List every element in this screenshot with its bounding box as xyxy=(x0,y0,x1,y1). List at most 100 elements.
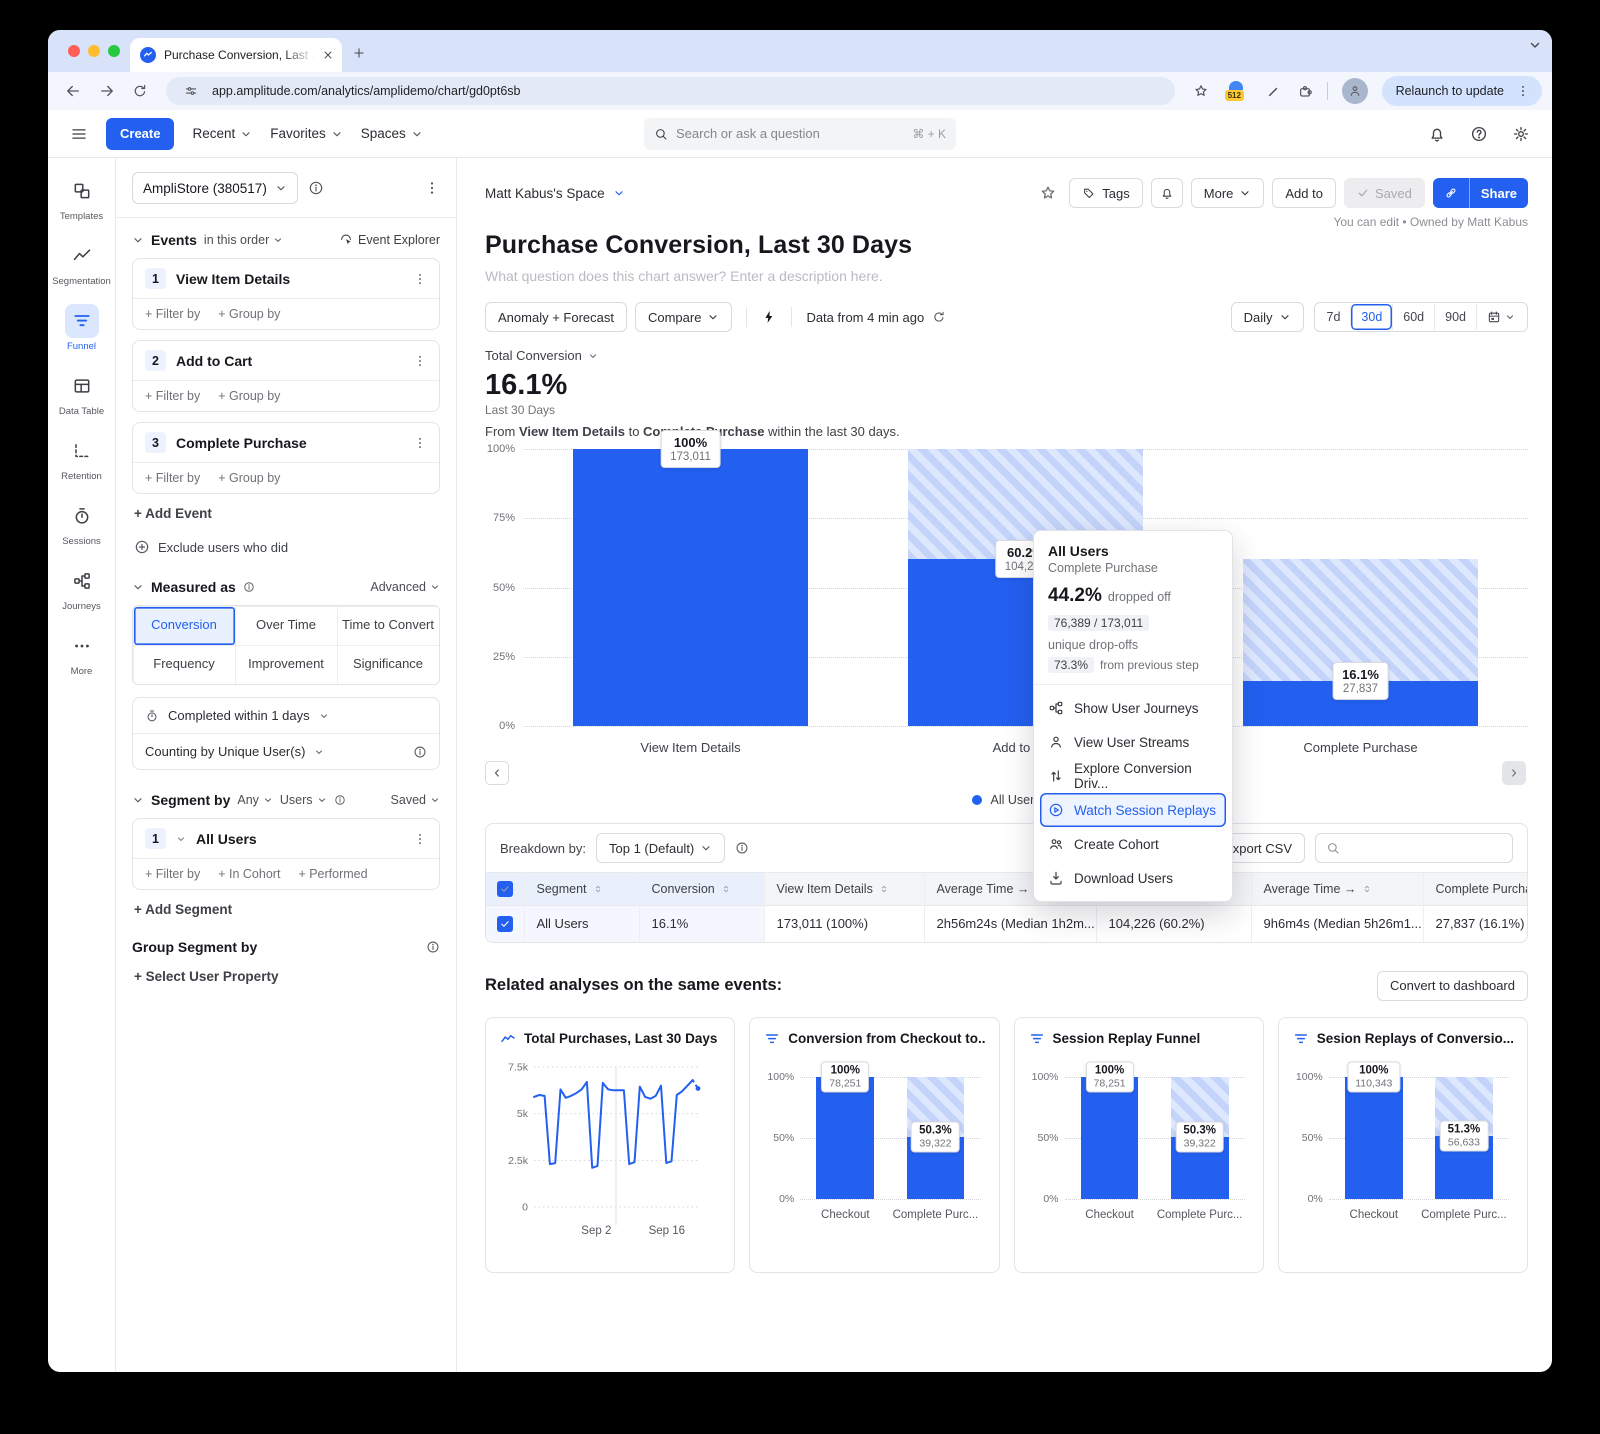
collapse-icon[interactable] xyxy=(132,581,144,593)
relaunch-button[interactable]: Relaunch to update xyxy=(1382,76,1542,106)
copy-link-button[interactable] xyxy=(1433,178,1470,208)
completed-within-selector[interactable]: Completed within 1 days xyxy=(133,698,439,733)
performed-button[interactable]: + Performed xyxy=(298,867,367,881)
back-button[interactable] xyxy=(64,82,82,100)
advanced-menu[interactable]: Advanced xyxy=(370,580,440,594)
range-7d-button[interactable]: 7d xyxy=(1317,304,1351,330)
spaces-menu[interactable]: Spaces xyxy=(361,126,423,141)
convert-to-dashboard-button[interactable]: Convert to dashboard xyxy=(1377,971,1528,1001)
measure-mode-frequency[interactable]: Frequency xyxy=(133,645,236,685)
breakdown-top-selector[interactable]: Top 1 (Default) xyxy=(596,833,725,863)
recent-menu[interactable]: Recent xyxy=(192,126,252,141)
row-checkbox[interactable] xyxy=(497,916,513,932)
table-search[interactable] xyxy=(1315,833,1513,863)
menu-item-watch-session-replays[interactable]: Watch Session Replays xyxy=(1040,793,1226,827)
menu-item-view-user-streams[interactable]: View User Streams xyxy=(1040,725,1226,759)
column-header-average-time[interactable]: Average Time → xyxy=(1251,873,1423,906)
collapse-icon[interactable] xyxy=(132,794,144,806)
lightning-icon[interactable] xyxy=(761,309,777,325)
sidebar-item-segmentation[interactable]: Segmentation xyxy=(52,239,111,287)
share-button[interactable]: Share xyxy=(1470,178,1528,208)
chevron-down-icon[interactable] xyxy=(176,834,186,844)
measure-mode-conversion[interactable]: Conversion xyxy=(133,606,236,646)
tags-button[interactable]: Tags xyxy=(1069,178,1142,208)
in-cohort-button[interactable]: + In Cohort xyxy=(218,867,280,881)
reload-button[interactable] xyxy=(132,83,148,99)
sort-icon[interactable] xyxy=(593,884,603,894)
metric-selector[interactable]: Total Conversion xyxy=(485,348,1528,363)
kebab-icon[interactable] xyxy=(413,272,427,286)
info-icon[interactable] xyxy=(334,794,346,806)
help-icon[interactable] xyxy=(1470,125,1488,143)
create-button[interactable]: Create xyxy=(106,118,174,150)
measure-mode-time-to-convert[interactable]: Time to Convert xyxy=(337,606,440,646)
add-event-button[interactable]: + Add Event xyxy=(134,506,438,521)
kebab-icon[interactable] xyxy=(413,436,427,450)
site-settings-icon[interactable] xyxy=(184,84,198,98)
extensions-icon[interactable] xyxy=(1297,83,1313,99)
browser-tab[interactable]: Purchase Conversion, Last 30 xyxy=(130,38,342,72)
scroll-left-button[interactable] xyxy=(485,761,509,785)
extension-badge[interactable]: 512 xyxy=(1225,81,1249,101)
sidebar-item-data-table[interactable]: Data Table xyxy=(59,369,104,417)
sort-icon[interactable] xyxy=(721,884,731,894)
funnel-bar[interactable] xyxy=(1345,1077,1403,1199)
new-tab-button[interactable] xyxy=(352,46,366,65)
range-30d-button[interactable]: 30d xyxy=(1350,304,1392,330)
collapse-icon[interactable] xyxy=(132,234,144,246)
table-row[interactable]: All Users16.1%173,011 (100%)2h56m24s (Me… xyxy=(486,906,1527,942)
event-card-header[interactable]: 1View Item Details xyxy=(133,259,439,298)
info-icon[interactable] xyxy=(308,180,324,196)
sidebar-item-sessions[interactable]: Sessions xyxy=(62,499,101,547)
project-selector[interactable]: AmpliStore (380517) xyxy=(132,172,298,204)
measure-mode-improvement[interactable]: Improvement xyxy=(235,645,338,685)
related-card-sesion-replays-of-conversio[interactable]: Sesion Replays of Conversio...100%50%0%1… xyxy=(1278,1017,1528,1273)
description-placeholder[interactable]: What question does this chart answer? En… xyxy=(485,268,1528,284)
granularity-selector[interactable]: Daily xyxy=(1231,302,1304,332)
select-user-property-button[interactable]: + Select User Property xyxy=(134,969,438,984)
saved-segments-menu[interactable]: Saved xyxy=(391,793,440,807)
info-icon[interactable] xyxy=(413,745,427,759)
segment-any-selector[interactable]: Any xyxy=(237,793,273,807)
segment-card-header[interactable]: 1All Users xyxy=(133,819,439,858)
search-input[interactable] xyxy=(676,126,904,141)
compare-button[interactable]: Compare xyxy=(635,302,732,332)
info-icon[interactable] xyxy=(243,581,255,593)
event-order-selector[interactable]: in this order xyxy=(204,233,283,247)
kebab-icon[interactable] xyxy=(413,354,427,368)
browser-menu-icon[interactable] xyxy=(1516,84,1530,98)
favorite-star-icon[interactable] xyxy=(1039,184,1057,202)
column-header-complete-purchase[interactable]: Complete Purchase xyxy=(1423,873,1527,906)
funnel-bar[interactable] xyxy=(573,449,808,726)
window-controls[interactable] xyxy=(68,45,120,57)
group-by-button[interactable]: + Group by xyxy=(218,307,280,321)
address-bar[interactable]: app.amplitude.com/analytics/amplidemo/ch… xyxy=(166,77,1175,105)
measure-mode-significance[interactable]: Significance xyxy=(337,645,440,685)
notifications-icon[interactable] xyxy=(1428,125,1446,143)
segment-users-selector[interactable]: Users xyxy=(280,793,327,807)
browser-profile-avatar[interactable] xyxy=(1342,78,1368,104)
event-card-header[interactable]: 3Complete Purchase xyxy=(133,423,439,462)
sidebar-item-funnel[interactable]: Funnel xyxy=(65,304,99,352)
group-by-button[interactable]: + Group by xyxy=(218,389,280,403)
related-card-total-purchases-last-30-days[interactable]: Total Purchases, Last 30 Days 7.5k5k2.5k… xyxy=(485,1017,735,1273)
column-header-conversion[interactable]: Conversion xyxy=(639,873,764,906)
calendar-button[interactable] xyxy=(1476,304,1525,330)
info-icon[interactable] xyxy=(426,940,440,954)
menu-item-create-cohort[interactable]: Create Cohort xyxy=(1040,827,1226,861)
related-card-session-replay-funnel[interactable]: Session Replay Funnel100%50%0%100%78,251… xyxy=(1014,1017,1264,1273)
forward-button[interactable] xyxy=(98,82,116,100)
measure-mode-over-time[interactable]: Over Time xyxy=(235,606,338,646)
menu-item-show-user-journeys[interactable]: Show User Journeys xyxy=(1040,691,1226,725)
global-search[interactable]: ⌘ + K xyxy=(644,118,956,150)
filter-by-button[interactable]: + Filter by xyxy=(145,389,200,403)
exclude-users-button[interactable]: Exclude users who did xyxy=(134,539,438,555)
column-header-view-item-details[interactable]: View Item Details xyxy=(764,873,924,906)
sidebar-item-journeys[interactable]: Journeys xyxy=(62,564,101,612)
event-explorer-button[interactable]: Event Explorer xyxy=(339,233,440,247)
close-window-button[interactable] xyxy=(68,45,80,57)
event-card-header[interactable]: 2Add to Cart xyxy=(133,341,439,380)
sidebar-item-more[interactable]: More xyxy=(65,629,99,677)
funnel-bar[interactable] xyxy=(1081,1077,1139,1199)
subscribe-bell-button[interactable] xyxy=(1151,178,1183,208)
